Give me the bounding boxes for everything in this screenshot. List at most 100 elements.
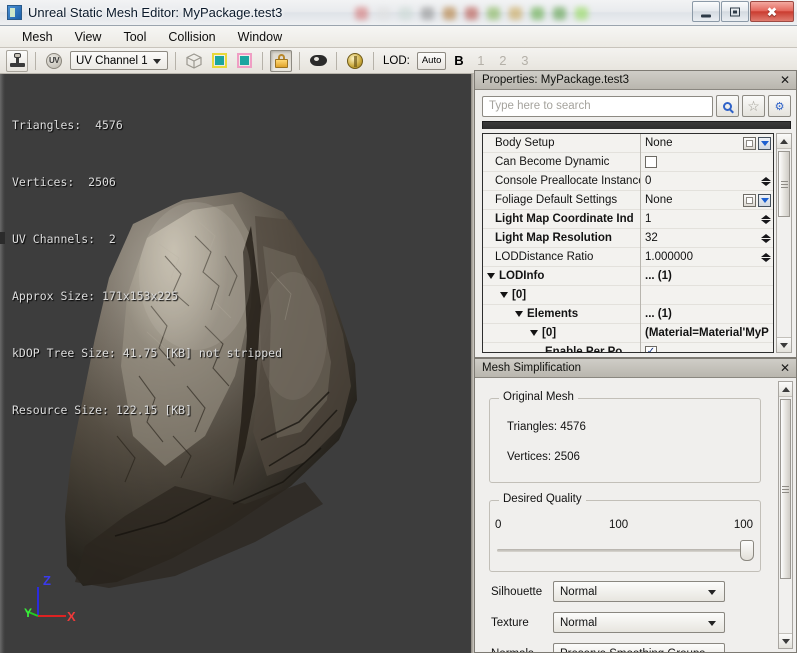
property-value-text: None: [645, 137, 673, 149]
search-input[interactable]: Type here to search: [482, 95, 713, 117]
table-row[interactable]: Elements ... (1): [483, 304, 773, 324]
lod-base-button[interactable]: B: [449, 53, 468, 68]
table-row[interactable]: [0]: [483, 285, 773, 305]
table-row[interactable]: LODInfo ... (1): [483, 266, 773, 286]
close-button[interactable]: ✖: [750, 1, 794, 22]
stat-triangles: Triangles: 4576: [12, 118, 123, 132]
lod-3-button[interactable]: 3: [515, 53, 534, 68]
viewport-edge-marker: [0, 232, 5, 244]
table-row[interactable]: Can Become Dynamic: [483, 152, 773, 172]
scroll-down-button[interactable]: [779, 633, 792, 648]
table-row[interactable]: Enable Per Po ✓: [483, 342, 773, 352]
mesh-simplification-close-button[interactable]: ✕: [778, 361, 792, 375]
properties-panel: Properties: MyPackage.test3 ✕ Type here …: [474, 70, 797, 358]
table-row[interactable]: LODDistance Ratio 1.000000: [483, 247, 773, 267]
expand-arrow-icon[interactable]: [515, 310, 523, 317]
spinner-stepper[interactable]: [761, 233, 771, 243]
lighting-button[interactable]: [344, 50, 366, 72]
property-name: Light Map Coordinate Ind: [495, 213, 634, 225]
minimize-button[interactable]: [692, 1, 720, 22]
menu-tool[interactable]: Tool: [112, 27, 157, 47]
object-dropdown-button[interactable]: [758, 193, 771, 207]
restore-button[interactable]: [721, 1, 749, 22]
property-value: [640, 285, 773, 305]
mesh-simplification-scrollbar[interactable]: [778, 381, 793, 649]
menu-window[interactable]: Window: [227, 27, 293, 47]
lod-2-button[interactable]: 2: [493, 53, 512, 68]
expand-arrow-icon[interactable]: [487, 272, 495, 279]
properties-close-button[interactable]: ✕: [778, 73, 792, 87]
silhouette-row: Silhouette Normal: [491, 581, 725, 602]
menu-mesh[interactable]: Mesh: [11, 27, 64, 47]
object-dropdown-button[interactable]: [758, 136, 771, 150]
properties-scrollbar[interactable]: [776, 133, 792, 353]
table-row[interactable]: Body Setup None: [483, 134, 773, 153]
show-collision-button[interactable]: [208, 50, 230, 72]
stat-vertices: Vertices: 2506: [12, 175, 116, 189]
scroll-down-button[interactable]: [777, 337, 791, 352]
property-value-text: None: [645, 194, 673, 206]
browse-object-button[interactable]: [743, 136, 756, 150]
properties-header-strip: [482, 121, 791, 129]
mesh-simplification-title: Mesh Simplification: [482, 362, 582, 374]
property-value[interactable]: [640, 152, 773, 172]
lod-label: LOD:: [383, 54, 410, 67]
spinner-stepper[interactable]: [761, 176, 771, 186]
property-value[interactable]: 32: [640, 228, 773, 248]
quality-slider-thumb[interactable]: [740, 540, 754, 561]
scroll-up-button[interactable]: [777, 134, 791, 149]
checkbox-can-become-dynamic[interactable]: [645, 156, 657, 168]
property-value[interactable]: ✓: [640, 342, 773, 352]
normals-select[interactable]: Preserve Smoothing Groups: [553, 643, 725, 652]
toolbar-separator: [336, 51, 337, 70]
lod-1-button[interactable]: 1: [471, 53, 490, 68]
property-value[interactable]: 1.000000: [640, 247, 773, 267]
scrollbar-thumb[interactable]: [780, 399, 791, 579]
property-value[interactable]: 1: [640, 209, 773, 229]
property-value[interactable]: None: [640, 134, 773, 153]
menu-collision[interactable]: Collision: [157, 27, 226, 47]
texture-select[interactable]: Normal: [553, 612, 725, 633]
normals-row: Normals Preserve Smoothing Groups: [491, 643, 725, 652]
show-bounds-button[interactable]: [233, 50, 255, 72]
viewport-left-edge: [0, 74, 5, 653]
options-button[interactable]: ⚙: [768, 95, 791, 117]
table-row[interactable]: Console Preallocate Instance 0: [483, 171, 773, 191]
properties-list[interactable]: Body Setup None Can Become Dynamic Conso…: [482, 133, 774, 353]
table-row[interactable]: Foliage Default Settings None: [483, 190, 773, 210]
wireframe-button[interactable]: [183, 50, 205, 72]
silhouette-select[interactable]: Normal: [553, 581, 725, 602]
search-button[interactable]: [716, 95, 739, 117]
properties-panel-title-bar: Properties: MyPackage.test3 ✕: [475, 71, 796, 90]
lock-camera-button[interactable]: [270, 49, 292, 72]
checkbox-enable-per-poly[interactable]: ✓: [645, 346, 657, 352]
table-row[interactable]: Light Map Resolution 32: [483, 228, 773, 248]
socket-manager-button[interactable]: [6, 49, 28, 72]
mesh-viewport[interactable]: Triangles: 4576 Vertices: 2506 UV Channe…: [0, 74, 474, 653]
property-value[interactable]: None: [640, 190, 773, 210]
quality-slider-track[interactable]: [497, 549, 753, 552]
table-row[interactable]: Light Map Coordinate Ind 1: [483, 209, 773, 229]
spinner-stepper[interactable]: [761, 214, 771, 224]
property-value[interactable]: 0: [640, 171, 773, 191]
uv-channel-select[interactable]: UV Channel 1: [70, 51, 168, 70]
axis-gizmo: Z X Y: [18, 571, 78, 631]
show-normals-icon: [309, 55, 327, 66]
mesh-editor-window: Unreal Static Mesh Editor: MyPackage.tes…: [0, 0, 797, 653]
lod-auto-button[interactable]: Auto: [416, 51, 447, 70]
scroll-up-button[interactable]: [779, 382, 792, 397]
options-wrench-icon: ⚙: [774, 100, 785, 113]
browse-object-button[interactable]: [743, 193, 756, 207]
expand-arrow-icon[interactable]: [530, 329, 538, 336]
favorites-button[interactable]: ☆: [742, 95, 765, 117]
spinner-stepper[interactable]: [761, 252, 771, 262]
property-name: LODDistance Ratio: [495, 251, 594, 263]
show-normals-button[interactable]: [307, 50, 329, 72]
uv-overlay-button[interactable]: UV: [43, 50, 65, 72]
menu-view[interactable]: View: [64, 27, 113, 47]
table-row[interactable]: [0] (Material=Material'MyP: [483, 323, 773, 343]
expand-arrow-icon[interactable]: [500, 291, 508, 298]
scrollbar-thumb[interactable]: [778, 151, 790, 217]
original-triangles: Triangles: 4576: [507, 421, 586, 433]
window-title: Unreal Static Mesh Editor: MyPackage.tes…: [28, 5, 283, 20]
